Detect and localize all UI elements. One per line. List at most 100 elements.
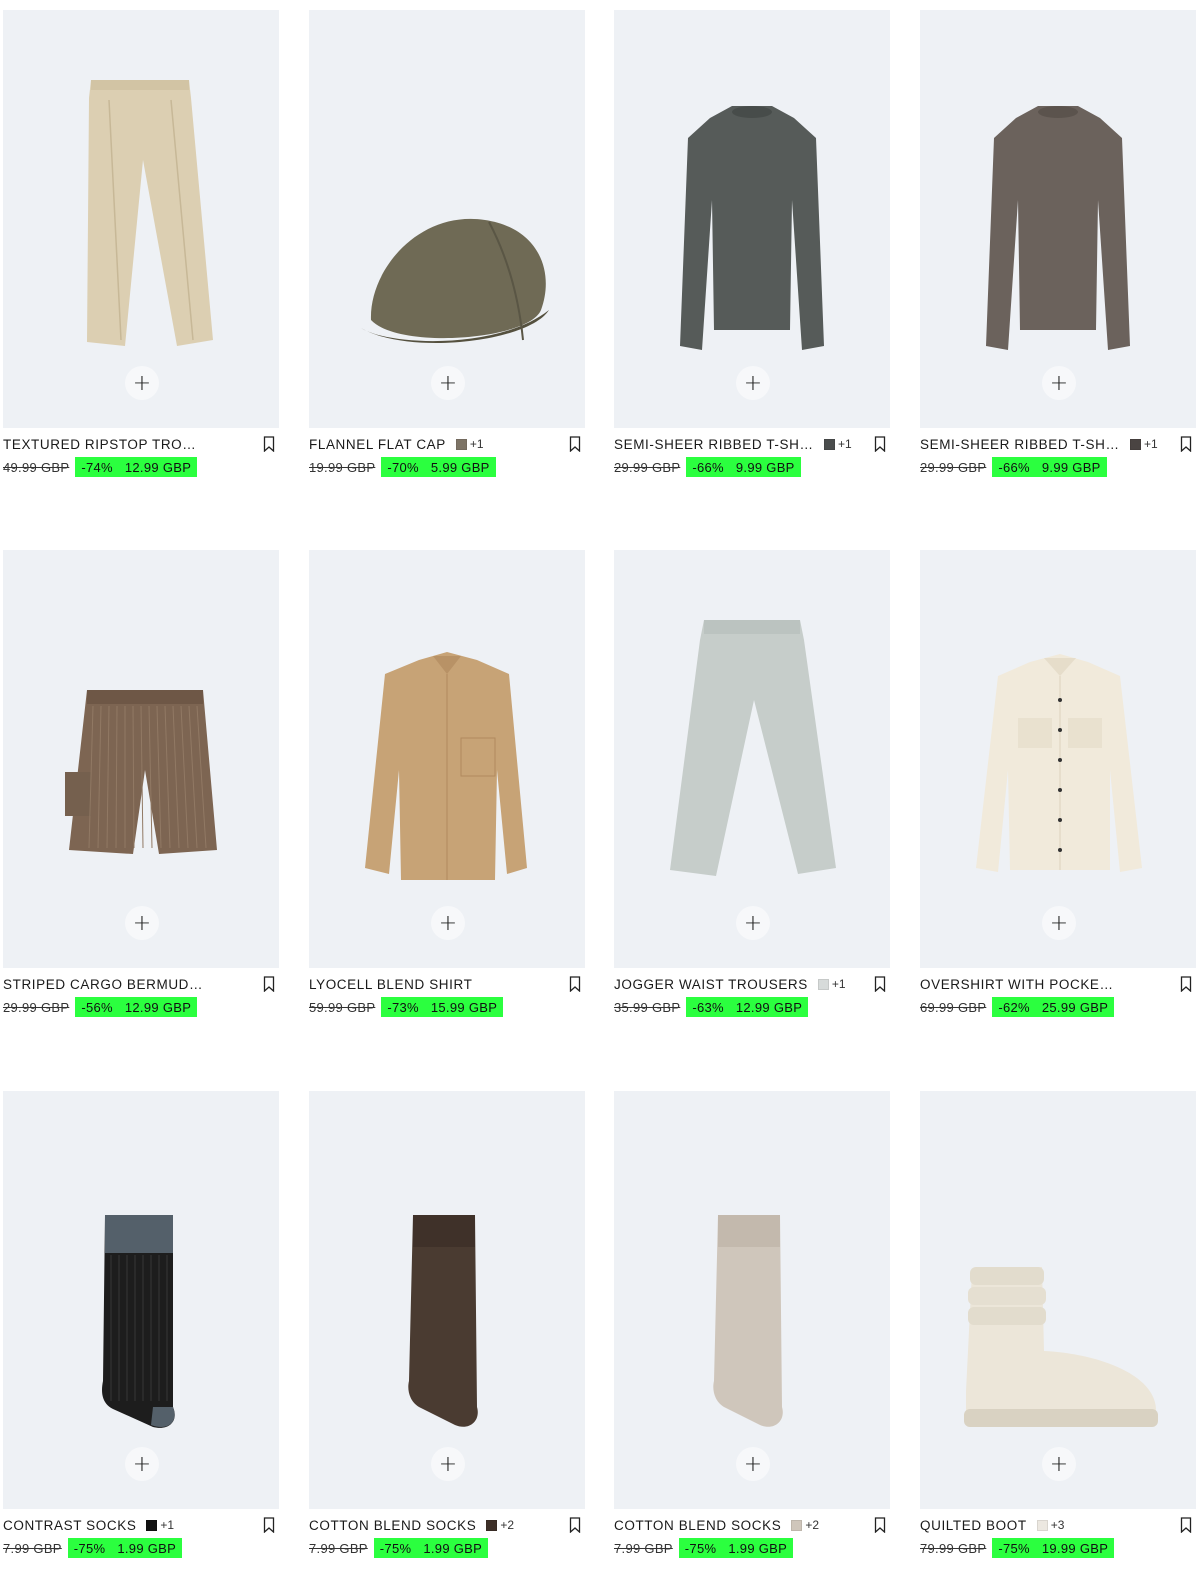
product-name[interactable]: COTTON BLEND SOCKS [309, 1518, 476, 1533]
bookmark-icon[interactable] [874, 1517, 886, 1533]
product-image[interactable]: + [614, 10, 890, 428]
product-card[interactable]: + COTTON BLEND SOCKS +2 7.99 GBP -75% 1.… [306, 1081, 588, 1561]
product-card[interactable]: + SEMI-SHEER RIBBED T-SHI... +1 29.99 GB… [917, 0, 1199, 480]
color-swatch[interactable] [146, 1519, 158, 1531]
sale-badge: -66% 9.99 GBP [992, 457, 1107, 477]
sale-price: 5.99 GBP [430, 459, 490, 475]
discount-percent: -62% [998, 999, 1030, 1015]
more-colors-count: +1 [160, 1518, 175, 1532]
product-name[interactable]: TEXTURED RIPSTOP TROUSERS [3, 437, 203, 452]
product-image[interactable]: + [614, 1091, 890, 1509]
add-to-cart-button[interactable]: + [125, 906, 159, 940]
color-swatch[interactable] [486, 1519, 498, 1531]
more-colors-count: +2 [805, 1518, 820, 1532]
sale-badge: -75% 1.99 GBP [678, 1538, 794, 1558]
product-meta: QUILTED BOOT +3 [920, 1517, 1196, 1533]
product-name[interactable]: FLANNEL FLAT CAP [309, 437, 446, 452]
sale-price: 12.99 GBP [124, 459, 192, 475]
discount-percent: -66% [692, 459, 724, 475]
bookmark-icon[interactable] [569, 436, 581, 452]
product-name[interactable]: CONTRAST SOCKS [3, 1518, 136, 1533]
original-price: 49.99 GBP [3, 459, 70, 475]
product-meta: COTTON BLEND SOCKS +2 [614, 1517, 890, 1533]
add-to-cart-button[interactable]: + [736, 1447, 770, 1481]
bookmark-icon[interactable] [263, 976, 275, 992]
bookmark-icon[interactable] [569, 976, 581, 992]
sale-badge: -62% 25.99 GBP [992, 997, 1115, 1017]
product-name[interactable]: SEMI-SHEER RIBBED T-SHI... [920, 437, 1120, 452]
discount-percent: -63% [692, 999, 724, 1015]
product-card[interactable]: + STRIPED CARGO BERMUDA SHO... 29.99 GBP… [0, 540, 282, 1020]
product-name[interactable]: STRIPED CARGO BERMUDA SHO... [3, 977, 203, 992]
bookmark-icon[interactable] [874, 436, 886, 452]
product-image[interactable]: + [309, 1091, 585, 1509]
bookmark-icon[interactable] [874, 976, 886, 992]
add-to-cart-button[interactable]: + [1042, 1447, 1076, 1481]
add-to-cart-button[interactable]: + [1042, 906, 1076, 940]
product-image[interactable]: + [614, 550, 890, 968]
product-card[interactable]: + OVERSHIRT WITH POCKETS X C... 69.99 GB… [917, 540, 1199, 1020]
bookmark-icon[interactable] [1180, 436, 1192, 452]
product-card[interactable]: + FLANNEL FLAT CAP +1 19.99 GBP -70% 5.9… [306, 0, 588, 480]
product-image[interactable]: + [920, 1091, 1196, 1509]
color-swatch[interactable] [455, 438, 467, 450]
add-to-cart-button[interactable]: + [736, 366, 770, 400]
discount-percent: -75% [379, 1540, 412, 1556]
discount-percent: -73% [387, 999, 419, 1015]
product-card[interactable]: + SEMI-SHEER RIBBED T-SHI... +1 29.99 GB… [611, 0, 893, 480]
product-image[interactable]: + [3, 10, 279, 428]
product-image[interactable]: + [309, 10, 585, 428]
product-card[interactable]: + LYOCELL BLEND SHIRT 59.99 GBP -73% 15.… [306, 540, 588, 1020]
price-row: 29.99 GBP -66% 9.99 GBP [920, 457, 1107, 477]
sale-price: 9.99 GBP [735, 459, 795, 475]
product-meta: STRIPED CARGO BERMUDA SHO... [3, 976, 279, 992]
price-row: 29.99 GBP -56% 12.99 GBP [3, 997, 198, 1017]
product-card[interactable]: + COTTON BLEND SOCKS +2 7.99 GBP -75% 1.… [611, 1081, 893, 1561]
product-image[interactable]: + [3, 1091, 279, 1509]
color-swatch[interactable] [817, 978, 829, 990]
product-name[interactable]: LYOCELL BLEND SHIRT [309, 977, 472, 992]
color-swatch[interactable] [791, 1519, 803, 1531]
bookmark-icon[interactable] [263, 436, 275, 452]
bookmark-icon[interactable] [1180, 976, 1192, 992]
sale-badge: -63% 12.99 GBP [686, 997, 809, 1017]
price-row: 35.99 GBP -63% 12.99 GBP [614, 997, 809, 1017]
add-to-cart-button[interactable]: + [125, 1447, 159, 1481]
product-card[interactable]: + JOGGER WAIST TROUSERS +1 35.99 GBP -63… [611, 540, 893, 1020]
product-name[interactable]: COTTON BLEND SOCKS [614, 1518, 781, 1533]
add-to-cart-button[interactable]: + [431, 906, 465, 940]
product-image[interactable]: + [3, 550, 279, 968]
product-meta: COTTON BLEND SOCKS +2 [309, 1517, 585, 1533]
sale-badge: -75% 19.99 GBP [992, 1538, 1115, 1558]
add-to-cart-button[interactable]: + [431, 366, 465, 400]
sale-badge: -70% 5.99 GBP [381, 457, 496, 477]
add-to-cart-button[interactable]: + [736, 906, 770, 940]
color-swatch[interactable] [1036, 1519, 1048, 1531]
color-swatch[interactable] [824, 438, 835, 450]
sale-price: 9.99 GBP [1041, 459, 1101, 475]
color-swatch[interactable] [1130, 438, 1141, 450]
product-meta: CONTRAST SOCKS +1 [3, 1517, 279, 1533]
product-image[interactable]: + [920, 10, 1196, 428]
bookmark-icon[interactable] [1180, 1517, 1192, 1533]
product-name[interactable]: JOGGER WAIST TROUSERS [614, 977, 808, 992]
sale-price: 1.99 GBP [117, 1540, 177, 1556]
product-card[interactable]: + TEXTURED RIPSTOP TROUSERS 49.99 GBP -7… [0, 0, 282, 480]
add-to-cart-button[interactable]: + [125, 366, 159, 400]
product-image[interactable]: + [309, 550, 585, 968]
product-name[interactable]: OVERSHIRT WITH POCKETS X C... [920, 977, 1120, 992]
price-row: 7.99 GBP -75% 1.99 GBP [309, 1538, 489, 1558]
product-card[interactable]: + CONTRAST SOCKS +1 7.99 GBP -75% 1.99 G… [0, 1081, 282, 1561]
add-to-cart-button[interactable]: + [431, 1447, 465, 1481]
price-row: 49.99 GBP -74% 12.99 GBP [3, 457, 198, 477]
product-image[interactable]: + [920, 550, 1196, 968]
product-name[interactable]: QUILTED BOOT [920, 1518, 1027, 1533]
product-name[interactable]: SEMI-SHEER RIBBED T-SHI... [614, 437, 814, 452]
more-colors-count: +1 [1144, 437, 1158, 451]
bookmark-icon[interactable] [569, 1517, 581, 1533]
product-card[interactable]: + QUILTED BOOT +3 79.99 GBP -75% 19.99 G… [917, 1081, 1199, 1561]
product-meta: JOGGER WAIST TROUSERS +1 [614, 976, 890, 992]
bookmark-icon[interactable] [263, 1517, 275, 1533]
sale-price: 12.99 GBP [124, 999, 192, 1015]
add-to-cart-button[interactable]: + [1042, 366, 1076, 400]
